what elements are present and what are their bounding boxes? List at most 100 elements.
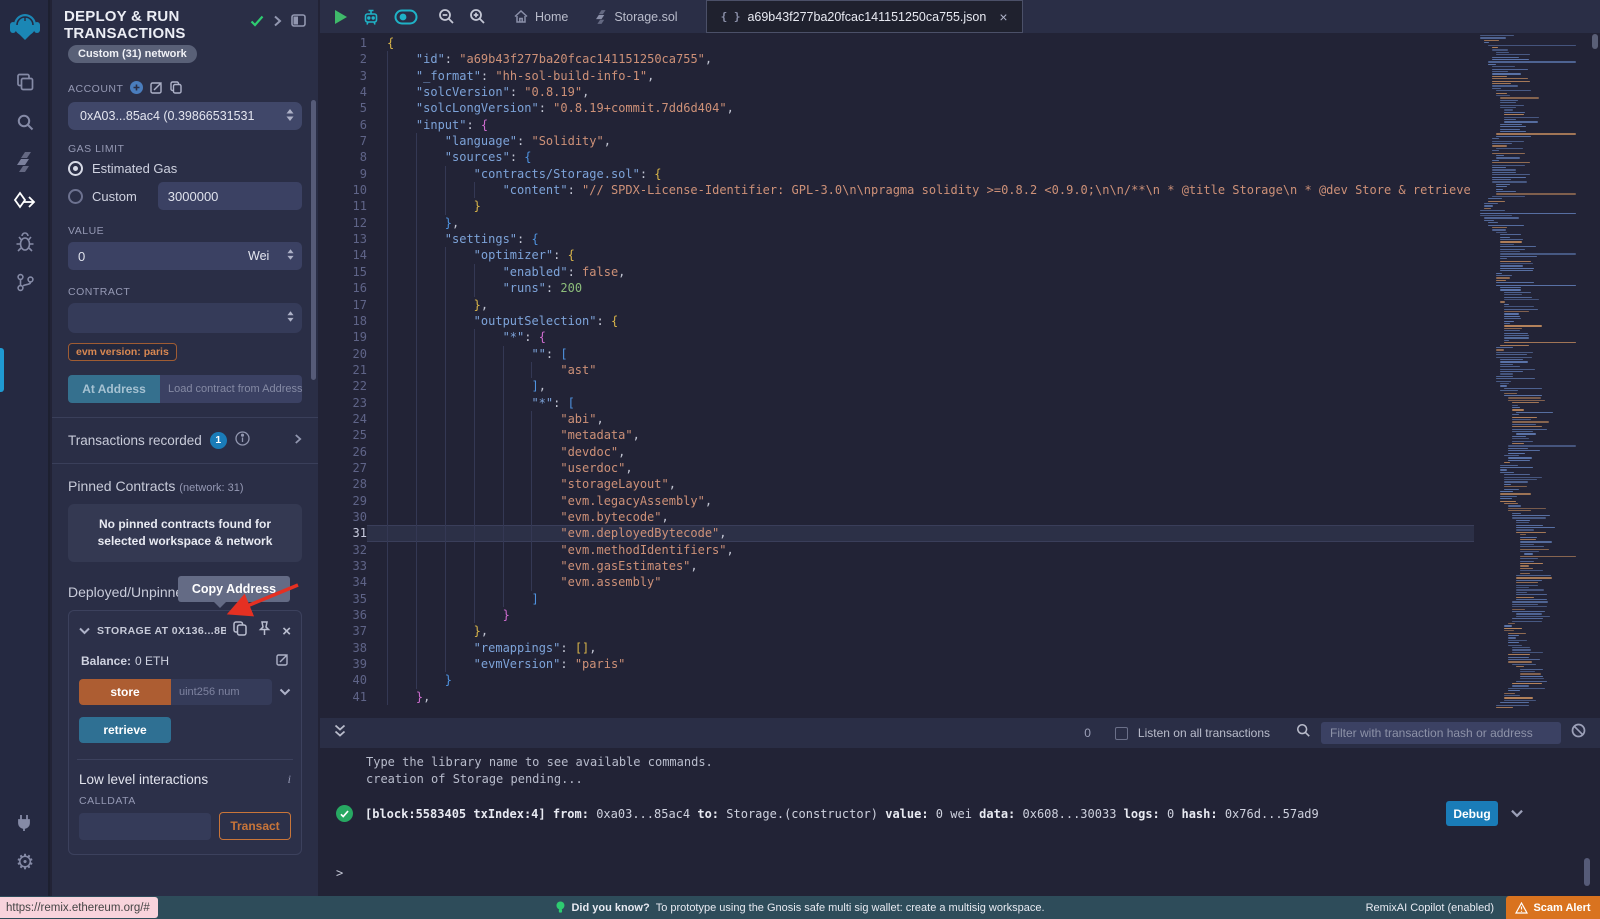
solidity-compiler-icon[interactable]	[0, 142, 50, 182]
minimap-row	[1500, 102, 1516, 103]
load-contract-input[interactable]: Load contract from Address	[160, 375, 302, 403]
contract-label: CONTRACT	[68, 286, 130, 298]
pin-contract-icon[interactable]	[258, 621, 271, 641]
plugin-manager-icon[interactable]	[0, 802, 50, 842]
minimap[interactable]	[1474, 33, 1592, 713]
remix-logo-icon[interactable]	[0, 4, 50, 50]
contract-collapse-chevron-icon[interactable]	[79, 622, 90, 640]
low-level-info-icon[interactable]: i	[288, 772, 291, 787]
editor-scrollbar[interactable]	[1592, 34, 1598, 49]
estimated-gas-radio[interactable]: Estimated Gas	[68, 161, 302, 176]
minimap-row	[1520, 546, 1544, 547]
zoom-in-icon[interactable]	[469, 8, 486, 25]
line-number: 8	[320, 149, 367, 165]
sidepanel-scrollbar[interactable]	[311, 100, 316, 380]
tx-expand-chevron-icon[interactable]	[1510, 807, 1524, 821]
line-number: 38	[320, 640, 367, 656]
debug-button[interactable]: Debug	[1446, 801, 1498, 826]
run-script-icon[interactable]	[334, 9, 348, 25]
copilot-toggle-icon[interactable]	[394, 9, 418, 25]
minimap-row	[1504, 484, 1511, 485]
minimap-row	[1516, 597, 1534, 598]
editor-zone: Home Storage.sol { } a69b43f277ba20fcac1…	[320, 0, 1600, 718]
close-tab-icon[interactable]: ×	[999, 9, 1007, 25]
minimap-row	[1492, 141, 1524, 142]
expand-args-chevron-icon[interactable]	[279, 683, 291, 701]
code-line: 29"evm.legacyAssembly",	[320, 493, 1474, 509]
remixai-robot-icon[interactable]	[362, 8, 380, 26]
transact-button[interactable]: Transact	[219, 812, 291, 840]
collapse-terminal-icon[interactable]	[334, 724, 346, 743]
code-line-content: "sources": {	[367, 149, 1474, 165]
split-view-icon[interactable]	[291, 14, 306, 32]
minimap-row	[1496, 133, 1576, 134]
store-function-button[interactable]: store	[79, 679, 171, 705]
line-number: 11	[320, 198, 367, 214]
account-select[interactable]: 0xA03...85ac4 (0.39866531531	[68, 102, 302, 130]
zoom-out-icon[interactable]	[438, 8, 455, 25]
value-unit-select[interactable]: Wei	[236, 242, 302, 270]
minimap-row	[1492, 71, 1508, 72]
line-number: 41	[320, 689, 367, 705]
copy-account-icon[interactable]	[170, 81, 182, 97]
custom-gas-input[interactable]: 3000000	[158, 182, 302, 210]
code-line-content: "evm.deployedBytecode",	[367, 525, 1474, 541]
line-number: 22	[320, 378, 367, 394]
at-address-button[interactable]: At Address	[68, 375, 160, 403]
pin-panel-chevron-icon[interactable]	[273, 14, 282, 32]
minimap-row	[1496, 148, 1523, 149]
terminal-scrollbar[interactable]	[1584, 858, 1590, 886]
minimap-row	[1500, 263, 1533, 264]
transactions-info-icon[interactable]	[235, 431, 250, 449]
terminal-prompt[interactable]: >	[336, 866, 343, 880]
code-line-content: "evm.assembly"	[367, 574, 1474, 590]
search-icon[interactable]	[0, 102, 50, 142]
remove-contract-icon[interactable]: ×	[282, 623, 291, 640]
retrieve-function-button[interactable]: retrieve	[79, 717, 171, 743]
minimap-row	[1512, 417, 1537, 418]
edit-balance-icon[interactable]	[276, 653, 289, 669]
terminal-body[interactable]: Type the library name to see available c…	[320, 748, 1600, 896]
contract-select[interactable]	[68, 303, 302, 333]
transaction-log-row[interactable]: [block:5583405 txIndex:4] from: 0xa03...…	[320, 801, 1600, 826]
clear-console-icon[interactable]	[1571, 723, 1586, 743]
code-editor[interactable]: 1{2"id": "a69b43f277ba20fcac141151250ca7…	[320, 33, 1600, 718]
add-account-icon[interactable]	[130, 81, 143, 97]
minimap-row	[1496, 90, 1531, 91]
minimap-row	[1496, 193, 1576, 194]
debugger-icon[interactable]	[0, 222, 50, 262]
copy-address-icon[interactable]	[233, 621, 247, 641]
git-icon[interactable]	[0, 262, 50, 302]
tab-storage-sol[interactable]: Storage.sol	[582, 0, 691, 33]
custom-gas-radio-label: Custom	[92, 189, 137, 204]
tx-summary-text: [block:5583405 txIndex:4] from: 0xa03...…	[365, 807, 1434, 821]
listen-all-checkbox[interactable]	[1115, 727, 1128, 740]
tab-home[interactable]: Home	[500, 0, 582, 33]
file-explorer-icon[interactable]	[0, 62, 50, 102]
transaction-filter-input[interactable]: Filter with transaction hash or address	[1321, 722, 1561, 744]
minimap-row	[1508, 445, 1576, 446]
minimap-row	[1500, 97, 1539, 98]
store-arg-input[interactable]: uint256 num	[171, 679, 272, 705]
value-input[interactable]: 0	[68, 242, 236, 270]
account-stepper-icon	[286, 109, 294, 124]
minimap-row	[1504, 299, 1539, 300]
sign-message-icon[interactable]	[150, 81, 163, 97]
minimap-row	[1508, 637, 1516, 638]
minimap-row	[1520, 565, 1529, 566]
code-lines: 1{2"id": "a69b43f277ba20fcac141151250ca7…	[320, 35, 1474, 705]
minimap-row	[1508, 510, 1531, 511]
calldata-input[interactable]	[79, 813, 211, 840]
scam-alert-button[interactable]: Scam Alert	[1506, 896, 1600, 919]
minimap-row	[1492, 162, 1530, 163]
line-number: 37	[320, 623, 367, 639]
terminal-bar: 0 Listen on all transactions Filter with…	[320, 718, 1600, 748]
transactions-expand-chevron-icon[interactable]	[294, 433, 302, 448]
settings-gear-icon[interactable]: ⚙	[0, 842, 50, 882]
tab-json-file[interactable]: { } a69b43f277ba20fcac141151250ca755.jso…	[706, 0, 1023, 33]
deploy-and-run-icon[interactable]	[0, 182, 50, 222]
unit-stepper-icon	[287, 249, 294, 263]
code-line: 18"outputSelection": {	[320, 313, 1474, 329]
line-number: 35	[320, 591, 367, 607]
custom-gas-radio[interactable]: Custom 3000000	[68, 182, 302, 210]
